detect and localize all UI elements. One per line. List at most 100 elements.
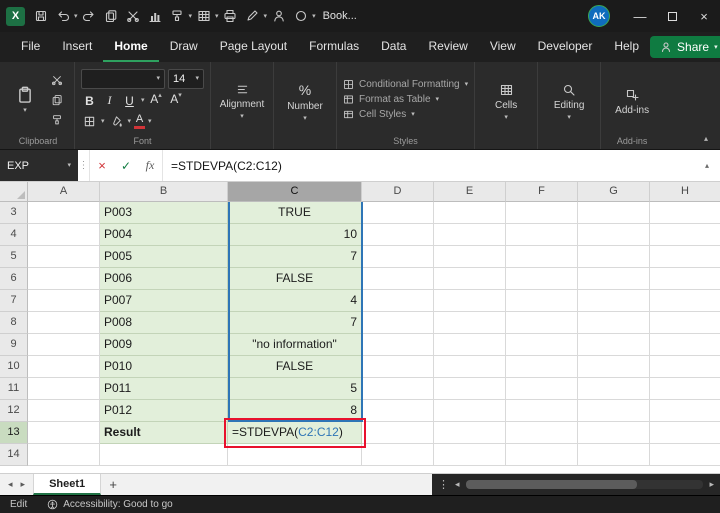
sheetbar-options-icon[interactable]: ⋮ (438, 478, 449, 491)
cell-D8[interactable] (362, 312, 434, 334)
format-painter-caret-icon[interactable]: ▾ (189, 13, 193, 20)
cell-D13[interactable] (362, 422, 434, 444)
person-icon[interactable] (268, 3, 289, 29)
horizontal-scrollbar-thumb[interactable] (466, 480, 637, 489)
column-header-f[interactable]: F (506, 182, 578, 202)
row-header-5[interactable]: 5 (0, 246, 28, 268)
toolbar-caret-icon[interactable]: ▾ (312, 13, 316, 20)
cell-F12[interactable] (506, 400, 578, 422)
cell-C13-formula[interactable]: =STDEVPA(C2:C12) (228, 422, 362, 444)
cell-A13[interactable] (28, 422, 100, 444)
cell-C4[interactable]: 10 (228, 224, 362, 246)
addins-button[interactable]: Add-ins (607, 84, 657, 116)
cell-A10[interactable] (28, 356, 100, 378)
cell-F10[interactable] (506, 356, 578, 378)
select-all-corner[interactable] (0, 182, 28, 202)
tab-help[interactable]: Help (603, 32, 650, 62)
cell-C3[interactable]: TRUE (228, 202, 362, 224)
cell-E5[interactable] (434, 246, 506, 268)
cell-B6[interactable]: P006 (100, 268, 228, 290)
cell-D5[interactable] (362, 246, 434, 268)
tab-developer[interactable]: Developer (527, 32, 604, 62)
cell-D11[interactable] (362, 378, 434, 400)
cell-D7[interactable] (362, 290, 434, 312)
undo-caret-icon[interactable]: ▾ (74, 13, 78, 20)
save-icon[interactable] (30, 3, 51, 29)
tab-home[interactable]: Home (103, 32, 158, 62)
cell-G9[interactable] (578, 334, 650, 356)
cell-G5[interactable] (578, 246, 650, 268)
collapse-ribbon-button[interactable]: ▴ (694, 130, 718, 149)
copy-icon[interactable] (101, 3, 122, 29)
borders-caret-icon[interactable]: ▾ (101, 118, 105, 125)
cell-A9[interactable] (28, 334, 100, 356)
cell-F11[interactable] (506, 378, 578, 400)
cell-E7[interactable] (434, 290, 506, 312)
sheet-nav-right-icon[interactable]: ▸ (21, 479, 26, 490)
cell-B3[interactable]: P003 (100, 202, 228, 224)
cell-A11[interactable] (28, 378, 100, 400)
paste-button[interactable]: ▾ (8, 70, 42, 130)
cell-B14[interactable] (100, 444, 228, 466)
fill-color-button[interactable] (108, 113, 125, 131)
cell-H3[interactable] (650, 202, 720, 224)
underline-caret-icon[interactable]: ▾ (141, 97, 145, 104)
cell-G7[interactable] (578, 290, 650, 312)
editing-button[interactable]: Editing ▾ (544, 79, 594, 121)
table-icon[interactable] (193, 3, 214, 29)
cell-B13[interactable]: Result (100, 422, 228, 444)
cell-styles-button[interactable]: Cell Styles ▾ (343, 109, 468, 120)
cell-E11[interactable] (434, 378, 506, 400)
row-header-8[interactable]: 8 (0, 312, 28, 334)
cell-G6[interactable] (578, 268, 650, 290)
cell-A12[interactable] (28, 400, 100, 422)
cell-H10[interactable] (650, 356, 720, 378)
cell-B9[interactable]: P009 (100, 334, 228, 356)
cell-A4[interactable] (28, 224, 100, 246)
cell-E8[interactable] (434, 312, 506, 334)
row-header-6[interactable]: 6 (0, 268, 28, 290)
cell-A14[interactable] (28, 444, 100, 466)
cell-B7[interactable]: P007 (100, 290, 228, 312)
alignment-button[interactable]: Alignment ▾ (217, 79, 267, 120)
sheet-nav-left-icon[interactable]: ◂ (8, 479, 13, 490)
row-header-4[interactable]: 4 (0, 224, 28, 246)
redo-icon[interactable] (79, 3, 100, 29)
pen-icon[interactable] (242, 3, 263, 29)
cell-H5[interactable] (650, 246, 720, 268)
borders-button[interactable] (81, 113, 98, 131)
tab-view[interactable]: View (479, 32, 527, 62)
column-header-e[interactable]: E (434, 182, 506, 202)
conditional-formatting-button[interactable]: Conditional Formatting ▾ (343, 79, 468, 90)
cell-G13[interactable] (578, 422, 650, 444)
grow-font-button[interactable]: A▴ (148, 92, 165, 110)
cell-A7[interactable] (28, 290, 100, 312)
add-sheet-button[interactable]: + (101, 474, 125, 495)
cell-D6[interactable] (362, 268, 434, 290)
tab-page-layout[interactable]: Page Layout (209, 32, 298, 62)
horizontal-scrollbar-track[interactable] (466, 480, 704, 489)
cell-F6[interactable] (506, 268, 578, 290)
cell-D12[interactable] (362, 400, 434, 422)
cut-icon[interactable] (123, 3, 144, 29)
format-painter-button[interactable] (46, 111, 68, 129)
row-header-3[interactable]: 3 (0, 202, 28, 224)
tab-draw[interactable]: Draw (159, 32, 209, 62)
tab-insert[interactable]: Insert (51, 32, 103, 62)
cell-E6[interactable] (434, 268, 506, 290)
cell-E12[interactable] (434, 400, 506, 422)
column-header-c[interactable]: C (228, 182, 362, 202)
font-name-select[interactable]: ▾ (81, 69, 165, 89)
format-painter-icon[interactable] (167, 3, 188, 29)
cell-H11[interactable] (650, 378, 720, 400)
enter-entry-button[interactable]: ✓ (114, 150, 138, 181)
row-header-10[interactable]: 10 (0, 356, 28, 378)
cell-C12[interactable]: 8 (228, 400, 362, 422)
close-button[interactable]: × (688, 0, 720, 32)
copy-button[interactable] (46, 91, 68, 109)
cell-H4[interactable] (650, 224, 720, 246)
column-header-b[interactable]: B (100, 182, 228, 202)
tab-formulas[interactable]: Formulas (298, 32, 370, 62)
cell-E10[interactable] (434, 356, 506, 378)
cell-B5[interactable]: P005 (100, 246, 228, 268)
